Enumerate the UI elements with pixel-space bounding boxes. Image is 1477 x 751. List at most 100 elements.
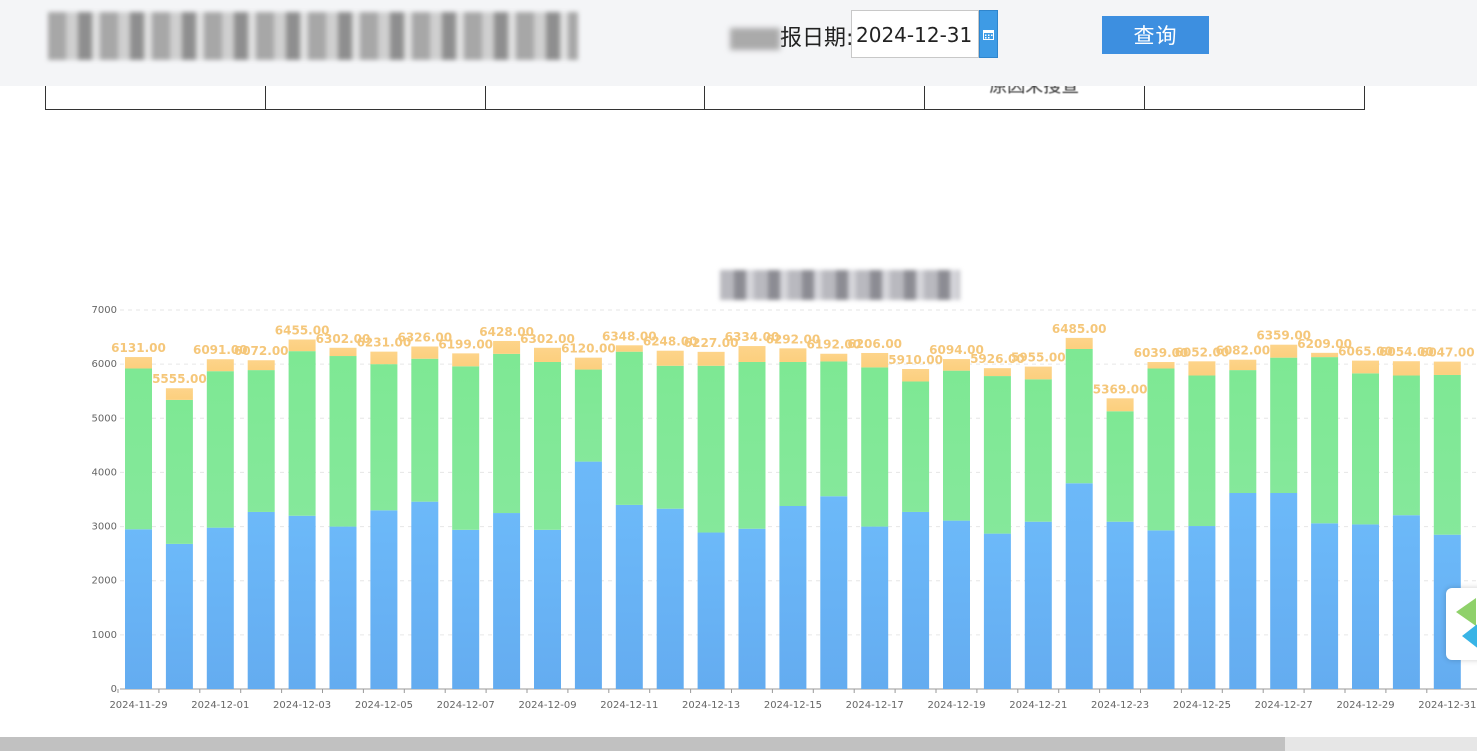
bar-segment-middle[interactable] [779,361,807,506]
bar-segment-top[interactable] [493,340,521,354]
bar-segment-top[interactable] [943,359,970,371]
bar-segment-middle[interactable] [615,351,643,505]
bar-segment-bottom[interactable] [738,528,766,689]
bar-segment-top[interactable] [247,360,275,371]
bar-segment-middle[interactable] [943,370,970,521]
bar-segment-bottom[interactable] [411,501,439,689]
bar-segment-bottom[interactable] [656,508,684,689]
bar-segment-top[interactable] [125,357,152,369]
bar-segment-bottom[interactable] [1392,515,1420,689]
bar-segment-top[interactable] [738,346,766,362]
bar-segment-middle[interactable] [1433,374,1461,535]
bar-segment-middle[interactable] [329,356,357,527]
bar-segment-bottom[interactable] [1147,530,1175,689]
bar-segment-bottom[interactable] [983,533,1011,689]
bar-segment-top[interactable] [983,368,1011,377]
bar-segment-middle[interactable] [738,361,766,529]
bar-segment-middle[interactable] [1229,370,1257,494]
bar-segment-middle[interactable] [247,370,275,512]
bar-segment-bottom[interactable] [902,511,930,689]
bar-segment-bottom[interactable] [1065,483,1093,689]
bar-segment-middle[interactable] [1065,348,1093,484]
bar-segment-top[interactable] [615,345,643,352]
bar-segment-middle[interactable] [452,366,480,530]
bar-segment-top[interactable] [1352,360,1379,374]
bar-segment-middle[interactable] [656,365,684,509]
bar-segment-bottom[interactable] [1106,521,1134,689]
bar-segment-bottom[interactable] [1270,493,1298,689]
bar-segment-top[interactable] [697,351,725,366]
bar-segment-bottom[interactable] [1024,521,1052,689]
bar-segment-top[interactable] [1147,362,1175,369]
bar-segment-middle[interactable] [1311,357,1339,524]
bar-segment-middle[interactable] [1392,375,1420,516]
bar-segment-bottom[interactable] [697,532,725,689]
bar-segment-bottom[interactable] [1188,526,1216,689]
bar-segment-middle[interactable] [983,376,1011,534]
bar-segment-bottom[interactable] [534,529,561,689]
bar-segment-middle[interactable] [697,365,725,533]
bar-segment-bottom[interactable] [288,515,316,689]
bar-segment-middle[interactable] [574,369,602,462]
bar-segment-top[interactable] [574,357,602,370]
bar-segment-top[interactable] [1392,361,1420,376]
bar-segment-middle[interactable] [206,371,234,528]
floating-widget-icon[interactable] [1446,588,1477,660]
bar-segment-bottom[interactable] [861,526,889,689]
bar-segment-top[interactable] [206,359,234,372]
bar-segment-middle[interactable] [1024,379,1052,522]
bar-segment-middle[interactable] [1106,411,1134,522]
bar-segment-top[interactable] [861,352,889,368]
bar-segment-top[interactable] [534,347,561,362]
bar-segment-middle[interactable] [493,353,521,514]
bar-segment-middle[interactable] [370,364,398,511]
bar-segment-bottom[interactable] [943,520,970,689]
bar-segment-middle[interactable] [288,351,316,516]
bar-segment-bottom[interactable] [206,527,234,689]
bar-segment-middle[interactable] [125,368,152,530]
date-input[interactable]: 2024-12-31 [851,10,979,58]
bar-segment-top[interactable] [1188,361,1216,376]
bar-segment-middle[interactable] [1188,375,1216,527]
bar-segment-middle[interactable] [902,381,930,512]
bar-segment-top[interactable] [165,388,193,400]
scrollbar-thumb[interactable] [0,737,1285,751]
bar-segment-bottom[interactable] [165,543,193,689]
bar-segment-top[interactable] [820,353,848,362]
bar-segment-bottom[interactable] [1311,523,1339,689]
bar-segment-bottom[interactable] [452,529,480,689]
query-button[interactable]: 查询 [1102,16,1209,54]
bar-segment-middle[interactable] [1147,368,1175,531]
bar-segment-bottom[interactable] [820,496,848,689]
bar-segment-top[interactable] [779,348,807,362]
bar-segment-bottom[interactable] [329,526,357,689]
bar-segment-top[interactable] [1229,359,1257,371]
bar-segment-middle[interactable] [861,367,889,527]
bar-segment-middle[interactable] [534,361,561,530]
bar-segment-top[interactable] [1270,344,1298,358]
bar-segment-top[interactable] [656,350,684,366]
bar-segment-top[interactable] [1311,352,1339,358]
bar-segment-bottom[interactable] [493,513,521,689]
bar-segment-top[interactable] [288,339,316,352]
bar-segment-bottom[interactable] [1352,524,1379,689]
bar-segment-bottom[interactable] [615,504,643,689]
bar-segment-middle[interactable] [1352,373,1379,525]
bar-segment-bottom[interactable] [779,505,807,689]
bar-segment-bottom[interactable] [247,511,275,689]
bar-segment-bottom[interactable] [125,529,152,689]
bar-segment-top[interactable] [370,351,398,365]
bar-segment-top[interactable] [1065,337,1093,349]
horizontal-scrollbar[interactable] [0,737,1477,751]
bar-segment-bottom[interactable] [574,461,602,689]
bar-segment-middle[interactable] [1270,357,1298,494]
bar-segment-middle[interactable] [165,399,193,544]
bar-segment-bottom[interactable] [370,510,398,689]
bar-segment-middle[interactable] [411,358,439,502]
bar-segment-top[interactable] [411,346,439,359]
bar-segment-top[interactable] [902,369,930,382]
bar-segment-top[interactable] [452,353,480,367]
bar-segment-bottom[interactable] [1229,493,1257,689]
bar-segment-top[interactable] [1106,398,1134,412]
calendar-icon[interactable] [979,10,998,58]
